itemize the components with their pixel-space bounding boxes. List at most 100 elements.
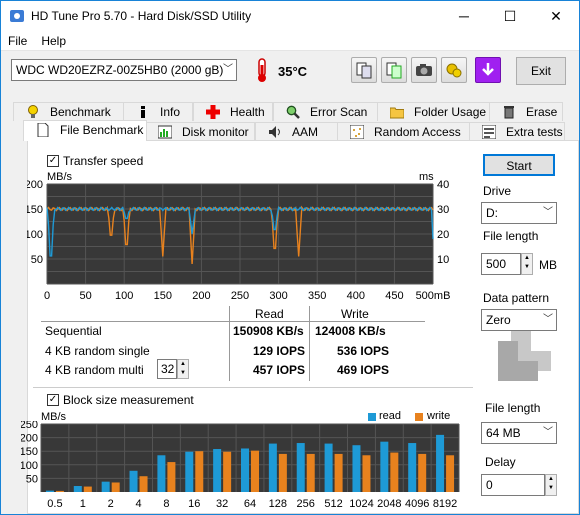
file-length-spinner[interactable]: ▲ ▼ <box>521 253 533 275</box>
block-size-checkbox[interactable]: ✓ <box>47 394 59 406</box>
read-bar <box>101 481 110 492</box>
info-icon <box>141 106 145 118</box>
row-4k-single-read: 129 IOPS <box>253 344 306 358</box>
block-x-tick: 512 <box>324 498 342 510</box>
tab-disk-monitor[interactable]: Disk monitor <box>145 122 255 141</box>
block-x-tick: 16 <box>188 498 200 510</box>
write-bar <box>446 455 455 492</box>
x-tick: 450 <box>385 290 403 302</box>
block-x-tick: 2048 <box>377 498 401 510</box>
row-4k-single-write: 536 IOPS <box>337 344 390 358</box>
results-write-header: Write <box>341 307 369 321</box>
copy-info-icon <box>356 62 372 79</box>
x-tick: 50 <box>79 290 91 302</box>
drive-letter-value: D: <box>486 206 498 220</box>
drive-selector[interactable]: WDC WD20EZRZ-00Z5HB0 (2000 gB) ﹀ <box>11 59 237 81</box>
chevron-down-icon: ﹀ <box>543 427 553 438</box>
menu-help[interactable]: Help <box>34 31 73 51</box>
write-bar <box>278 453 287 492</box>
y-tick-left: 100 <box>27 229 43 241</box>
block-x-tick: 8192 <box>433 498 457 510</box>
block-x-tick: 4 <box>135 498 141 510</box>
read-bar <box>185 451 194 492</box>
transfer-speed-checkbox[interactable]: ✓ <box>47 155 59 167</box>
block-file-length-select[interactable]: 64 MB ﹀ <box>481 422 557 444</box>
screenshot-button[interactable] <box>411 57 437 83</box>
read-bar <box>352 445 361 492</box>
start-button[interactable]: Start <box>483 154 555 176</box>
options-button[interactable] <box>441 57 467 83</box>
read-bar <box>408 443 417 492</box>
copy-text-button[interactable] <box>381 57 407 83</box>
write-bar <box>111 482 120 492</box>
row-sequential-write: 124008 KB/s <box>315 324 386 338</box>
tab-benchmark[interactable]: Benchmark <box>13 102 133 121</box>
write-bar <box>139 476 148 492</box>
tab-erase[interactable]: Erase <box>489 102 563 121</box>
delay-spinner[interactable]: ▲ ▼ <box>545 474 557 496</box>
y-tick-left: 50 <box>31 254 43 266</box>
y-tick-right: 20 <box>437 229 449 241</box>
transfer-speed-label: Transfer speed <box>63 154 144 168</box>
block-file-length-label: File length <box>485 401 541 415</box>
block-file-length-value: 64 MB <box>486 426 521 440</box>
tab-info[interactable]: Info <box>123 102 193 121</box>
copy-info-button[interactable] <box>351 57 377 83</box>
tab-aam[interactable]: AAM <box>255 122 339 141</box>
queue-depth-input[interactable]: 32 <box>157 359 177 379</box>
y-tick-right: 10 <box>437 254 449 266</box>
transfer-speed-graph: 20015010050403020100 50 100 150 200 250 300 350… <box>27 179 450 302</box>
read-bar <box>129 470 138 492</box>
data-pattern-select[interactable]: Zero ﹀ <box>481 309 557 331</box>
queue-depth-spinner[interactable]: ▲ ▼ <box>177 359 189 379</box>
read-bar <box>241 448 249 492</box>
block-y-tick: 200 <box>21 433 38 445</box>
read-bar <box>73 486 82 492</box>
tab-error-scan[interactable]: Error Scan <box>273 102 379 121</box>
save-button[interactable] <box>475 57 501 83</box>
row-sequential-label: Sequential <box>45 324 102 338</box>
drive-label: Drive <box>483 184 512 198</box>
write-bar <box>83 486 92 492</box>
tab-file-benchmark[interactable]: File Benchmark <box>23 120 147 141</box>
row-4k-multi-read: 457 IOPS <box>253 363 306 377</box>
tab-health[interactable]: Health <box>193 102 273 121</box>
title-bar: HD Tune Pro 5.70 - Hard Disk/SSD Utility… <box>1 1 579 31</box>
trash-icon <box>504 106 514 119</box>
tab-random-access[interactable]: Random Access <box>337 122 471 141</box>
chevron-down-icon: ﹀ <box>543 207 553 218</box>
block-y-tick: 100 <box>21 460 38 472</box>
write-bar <box>418 453 427 492</box>
write-bar <box>167 462 176 492</box>
drive-letter-select[interactable]: D: ﹀ <box>481 202 557 224</box>
write-bar <box>390 452 399 492</box>
x-tick: 200 <box>192 290 210 302</box>
block-y-tick: 50 <box>26 473 38 485</box>
watermark-logo <box>498 331 551 381</box>
tab-folder-usage[interactable]: Folder Usage <box>377 102 491 121</box>
delay-input[interactable]: 0 <box>481 474 545 496</box>
menu-bar: File Help <box>1 31 579 51</box>
row-4k-single-label: 4 KB random single <box>45 344 150 358</box>
tab-extra-tests[interactable]: Extra tests <box>469 122 565 141</box>
write-bar <box>362 455 371 492</box>
legend-read-swatch <box>368 413 376 421</box>
file-length-input[interactable]: 500 <box>481 253 521 275</box>
exit-button[interactable]: Exit <box>516 57 566 85</box>
minimize-button[interactable]: ─ <box>441 1 487 31</box>
y-tick-right: 40 <box>437 179 449 191</box>
block-size-chart: 250 200150 10050 0.5 1 2 4 8 16 32 64 128 256 512 1024… <box>21 421 460 510</box>
download-arrow-icon <box>482 63 494 76</box>
x-tick: 0 <box>44 290 50 302</box>
maximize-button[interactable]: ☐ <box>487 1 533 31</box>
x-tick: 100 <box>115 290 133 302</box>
row-4k-multi-label: 4 KB random multi <box>45 363 144 377</box>
health-cross-icon <box>206 105 220 119</box>
x-tick: 400 <box>347 290 365 302</box>
chevron-down-icon: ﹀ <box>223 64 233 75</box>
menu-file[interactable]: File <box>1 31 34 51</box>
read-bar <box>436 434 445 492</box>
extra-tests-icon <box>482 125 496 139</box>
legend-write-swatch <box>415 413 423 421</box>
close-button[interactable]: ✕ <box>533 1 579 31</box>
